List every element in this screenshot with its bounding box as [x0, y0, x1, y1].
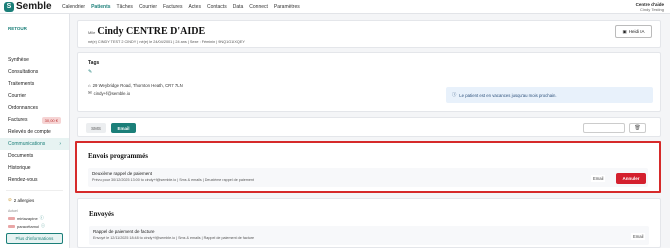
nav-item-connect[interactable]: Connect	[249, 4, 268, 10]
balance-badge: 30,00 €	[41, 116, 61, 124]
patient-prefix: Mlle	[88, 30, 96, 35]
allergies-label: 2 allergies	[13, 197, 35, 203]
warning-icon: ⊘	[8, 197, 12, 202]
heidi-label: Heidi IA	[628, 29, 645, 34]
user-menu[interactable]: Centre d'aide Cindy Testing	[636, 2, 664, 12]
sidebar-item-courrier[interactable]: Courrier	[0, 90, 69, 102]
treatment-name: mirtazapine	[17, 215, 38, 221]
sidebar-item-synthese[interactable]: Synthèse	[0, 54, 69, 66]
sidebar-item-historique[interactable]: Historique	[0, 162, 69, 174]
nav-item-data[interactable]: Data	[233, 4, 244, 10]
patient-name: Cindy CENTRE D'AIDE	[97, 26, 206, 37]
sidebar-item-label: Courrier	[8, 93, 27, 99]
sidebar-item-label: Relevés de compte	[8, 129, 51, 135]
edit-tags-pencil-icon[interactable]: ✎	[88, 69, 92, 75]
sidebar-item-communications[interactable]: Communications ›	[0, 138, 69, 150]
search-input[interactable]	[583, 123, 625, 133]
sidebar-item-documents[interactable]: Documents	[0, 150, 69, 162]
more-info-button[interactable]: Plus d'informations	[6, 233, 63, 244]
tab-sms[interactable]: SMS	[86, 123, 106, 133]
email-text[interactable]: cindy+f@semble.io	[94, 91, 131, 96]
sent-title: Envoyés	[89, 210, 114, 218]
sidebar-item-consultations[interactable]: Consultations	[0, 66, 69, 78]
address-text: 29 Weybridge Road, Thornton Heath, CR7 7…	[92, 83, 183, 88]
cancel-button[interactable]: Annuler	[616, 173, 646, 184]
trash-icon[interactable]: 🗑	[629, 123, 646, 133]
vacation-notice: ⓘ Le patient est en vacances jusqu'au mo…	[446, 87, 653, 103]
sidebar-item-rendez-vous[interactable]: Rendez-vous	[0, 174, 69, 186]
nav-item-contacts[interactable]: Contacts	[207, 4, 227, 10]
sidebar-item-label: Consultations	[8, 69, 39, 75]
patient-info-card: Tags ✎ ⌂ 29 Weybridge Road, Thornton Hea…	[77, 52, 661, 112]
patient-header-card: Mlle Cindy CENTRE D'AIDE né(e) CINDY TES…	[77, 20, 661, 48]
logo-mark-icon: S	[4, 1, 14, 12]
sidebar-item-label: Factures	[8, 117, 28, 123]
nav-item-param-tres[interactable]: Paramètres	[274, 4, 300, 10]
sidebar-item-label: Traitements	[8, 81, 35, 87]
scheduled-item: Deuxième rappel de paiement Prévu pour 3…	[88, 168, 648, 187]
sent-item: Rappel de paiement de facture Envoyé le …	[89, 226, 649, 245]
treatment-item[interactable]: mirtazapine ⓘ	[0, 214, 69, 222]
sidebar-item-factures[interactable]: Factures 30,00 €	[0, 114, 69, 126]
user-name: Cindy Testing	[640, 7, 664, 12]
allergies-indicator[interactable]: ⊘ 2 allergies	[0, 195, 69, 205]
scheduled-item-title: Deuxième rappel de paiement	[92, 171, 153, 176]
email-row: ✉ cindy+f@semble.io	[88, 90, 130, 96]
pill-icon	[8, 224, 15, 228]
logo-text: Semble	[16, 1, 52, 12]
info-icon: ⓘ	[452, 92, 457, 97]
main-nav: Calendrier Patients Tâches Courrier Factures…	[62, 4, 300, 10]
scheduled-title: Envois programmés	[88, 152, 148, 160]
info-icon[interactable]: ⓘ	[41, 223, 45, 229]
tags-label: Tags	[88, 60, 100, 66]
sidebar-item-label: Ordonnances	[8, 105, 39, 111]
heidi-icon: ▣	[622, 28, 627, 34]
sidebar-item-traitements[interactable]: Traitements	[0, 78, 69, 90]
top-navigation-bar: S Semble Calendrier Patients Tâches Courrie…	[0, 0, 670, 14]
address-row: ⌂ 29 Weybridge Road, Thornton Heath, CR7…	[88, 83, 183, 88]
scheduled-section: Envois programmés Deuxième rappel de pai…	[75, 141, 661, 193]
nav-item-t-ches[interactable]: Tâches	[117, 4, 133, 10]
communications-toolbar: SMS Email 🗑	[77, 117, 661, 137]
vacation-text: Le patient est en vacances jusqu'au mois…	[459, 92, 557, 98]
sidebar-item-label: Rendez-vous	[8, 177, 38, 183]
scheduled-item-sub: Prévu pour 30/12/2025 13:00 to cindy+f@s…	[92, 178, 254, 182]
pill-icon	[8, 216, 15, 220]
patient-sidebar: RETOUR Synthèse Consultations Traitements C…	[0, 14, 70, 248]
scheduled-item-type: Email	[591, 175, 606, 182]
chevron-right-icon: ›	[59, 141, 61, 147]
heidi-ia-button[interactable]: ▣ Heidi IA	[615, 25, 652, 38]
sidebar-item-label: Synthèse	[8, 57, 29, 63]
treatments-title: Actuel	[8, 209, 18, 213]
semble-logo[interactable]: S Semble	[4, 1, 60, 12]
sidebar-item-label: Communications	[8, 141, 46, 147]
sent-item-title: Rappel de paiement de facture	[93, 229, 155, 234]
tab-email[interactable]: Email	[111, 123, 136, 133]
sidebar-divider	[6, 190, 63, 191]
email-icon: ✉	[88, 90, 92, 95]
nav-item-patients[interactable]: Patients	[91, 4, 110, 10]
home-icon: ⌂	[88, 83, 91, 88]
nav-item-factures[interactable]: Factures	[163, 4, 182, 10]
sent-section: Envoyés Rappel de paiement de facture En…	[77, 198, 661, 248]
treatment-item[interactable]: paracétamol ⓘ	[0, 222, 69, 230]
nav-item-calendrier[interactable]: Calendrier	[62, 4, 85, 10]
back-link[interactable]: RETOUR	[0, 14, 69, 54]
sidebar-item-releves-de-compte[interactable]: Relevés de compte	[0, 126, 69, 138]
sent-item-sub: Envoyé le 12/11/2025 18:48 to cindy+f@se…	[93, 236, 255, 240]
info-icon[interactable]: ⓘ	[40, 215, 44, 221]
nav-item-courrier[interactable]: Courrier	[139, 4, 157, 10]
nav-item-actes[interactable]: Actes	[188, 4, 201, 10]
sidebar-item-label: Documents	[8, 153, 34, 159]
patient-subline: né(e) CINDY TEST 2 CINDY | né(e) le 24/0…	[88, 40, 245, 44]
sent-item-type: Email	[631, 233, 646, 240]
treatment-name: paracétamol	[17, 223, 40, 229]
sidebar-item-label: Historique	[8, 165, 31, 171]
sidebar-item-ordonnances[interactable]: Ordonnances	[0, 102, 69, 114]
